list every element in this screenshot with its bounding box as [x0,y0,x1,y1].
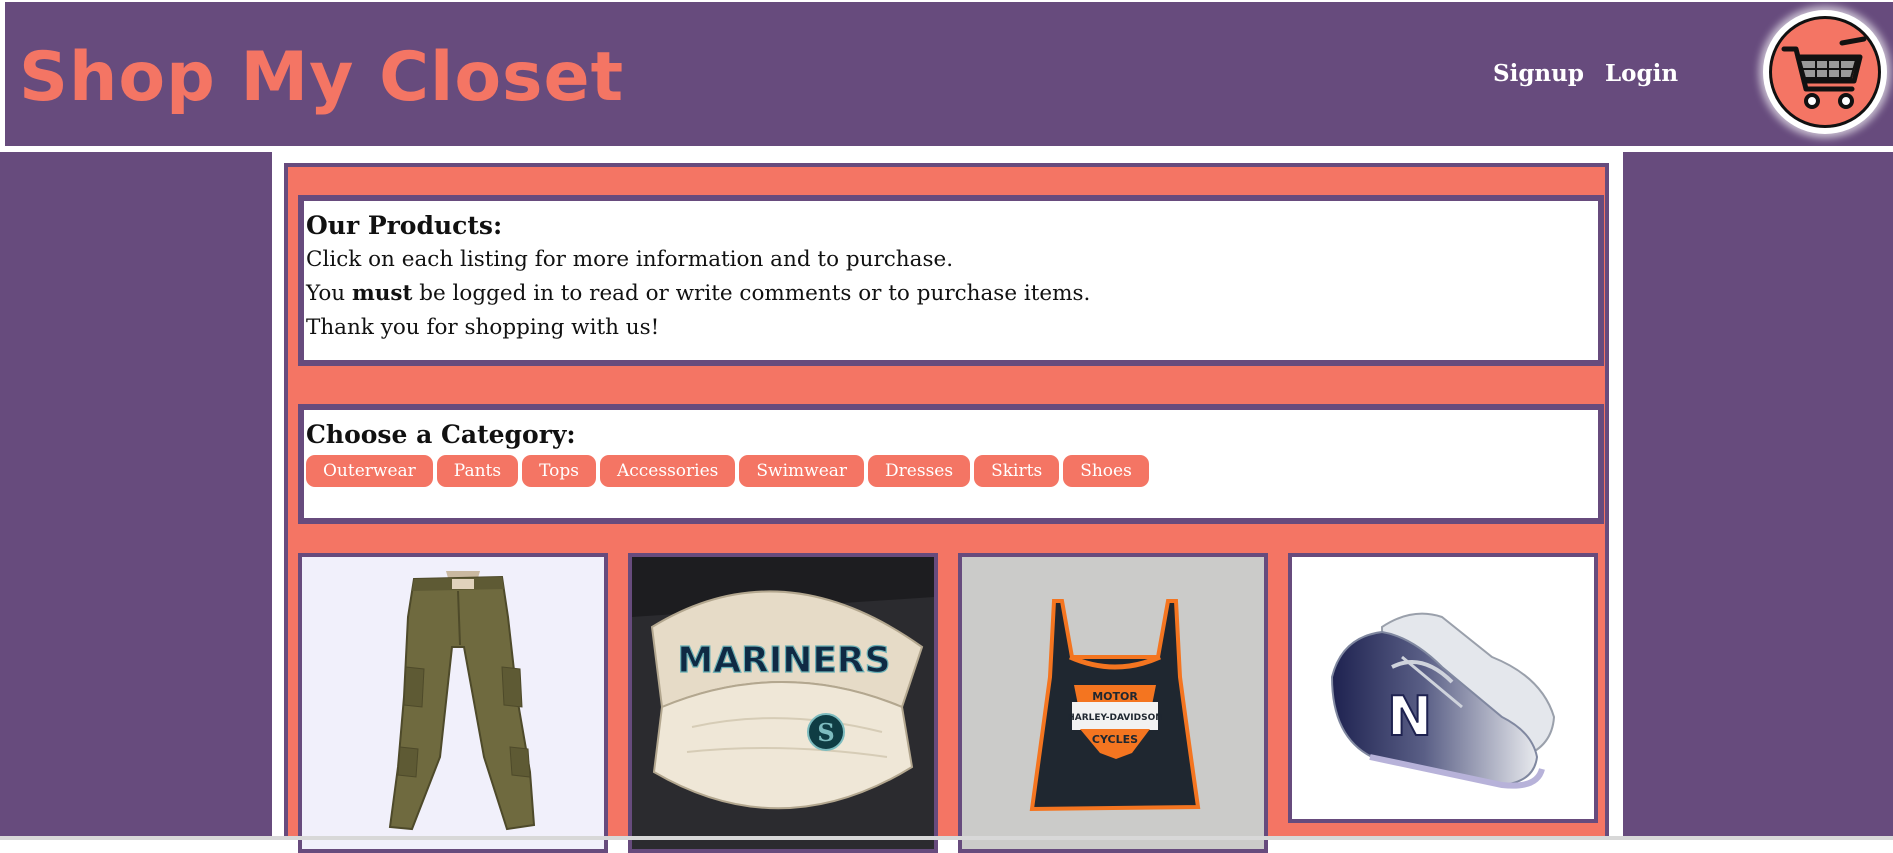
category-dresses-button[interactable]: Dresses [868,455,971,487]
products-panel: Our Products: Click on each listing for … [284,163,1609,853]
category-box: Choose a Category: Outerwear Pants Tops … [298,404,1604,524]
category-pants-button[interactable]: Pants [436,455,519,487]
category-tops-button[interactable]: Tops [522,455,596,487]
must-emphasis: must [351,281,413,306]
shopping-cart-icon [1781,36,1867,109]
right-margin [1623,152,1893,840]
left-margin [0,152,272,840]
site-title[interactable]: Shop My Closet [19,44,624,112]
product-card-visor[interactable]: MARINERS S [628,553,938,853]
site-header: Shop My Closet Signup Login [5,2,1893,146]
category-skirts-button[interactable]: Skirts [974,455,1060,487]
intro-line-3: Thank you for shopping with us! [306,315,660,340]
visor-logo-letter: S [817,718,834,747]
category-outerwear-button[interactable]: Outerwear [306,455,433,487]
category-buttons: Outerwear Pants Tops Accessories Swimwea… [306,455,1598,487]
products-heading: Our Products: [306,211,503,240]
tank-text-motor: MOTOR [1092,690,1138,703]
category-shoes-button[interactable]: Shoes [1063,455,1149,487]
login-link[interactable]: Login [1605,60,1678,87]
tank-text-cycles: CYCLES [1092,733,1138,746]
product-image-sneakers: N [1292,557,1594,819]
intro-box: Our Products: Click on each listing for … [298,195,1604,366]
category-heading: Choose a Category: [306,420,576,449]
sneaker-logo-letter: N [1387,685,1432,748]
visor-text: MARINERS [677,640,890,681]
intro-line-1: Click on each listing for more informati… [306,247,954,272]
category-accessories-button[interactable]: Accessories [599,455,736,487]
product-card-pants[interactable] [298,553,608,853]
product-image-pants [388,571,536,831]
product-image-tank-top: MOTOR HARLEY-DAVIDSON CYCLES [962,557,1264,849]
signup-link[interactable]: Signup [1493,60,1584,87]
category-swimwear-button[interactable]: Swimwear [739,455,865,487]
cart-button[interactable] [1763,10,1887,134]
intro-line-2: You must be logged in to read or write c… [306,281,1091,306]
page-bottom-edge [0,836,1893,840]
tank-text-brand: HARLEY-DAVIDSON [1067,713,1163,723]
product-image-visor: MARINERS S [632,557,934,849]
product-card-sneakers[interactable]: N [1288,553,1598,823]
product-card-tank-top[interactable]: MOTOR HARLEY-DAVIDSON CYCLES [958,553,1268,853]
